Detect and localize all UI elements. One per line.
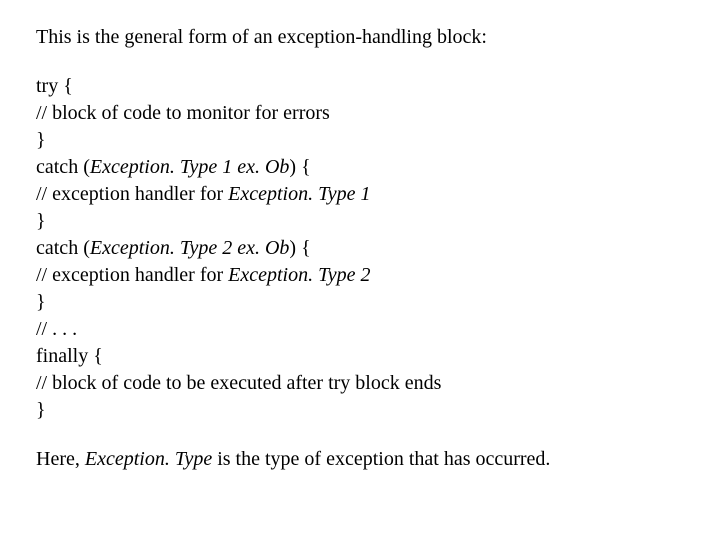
- intro-text: This is the general form of an exception…: [36, 24, 720, 51]
- outro-text: Here, Exception. Type is the type of exc…: [36, 446, 720, 473]
- code-text: catch (: [36, 237, 90, 259]
- code-line: catch (Exception. Type 1 ex. Ob) {: [36, 154, 720, 181]
- outro-italic: Exception. Type: [85, 448, 217, 470]
- code-italic: Exception. Type 2 ex. Ob: [90, 237, 290, 259]
- code-line: try {: [36, 73, 720, 100]
- code-text: catch (: [36, 156, 90, 178]
- code-italic: Exception. Type 1 ex. Ob: [90, 156, 290, 178]
- code-line: }: [36, 208, 720, 235]
- code-block: try { // block of code to monitor for er…: [36, 73, 720, 424]
- code-line: }: [36, 127, 720, 154]
- outro-part: Here,: [36, 448, 85, 470]
- code-line: // exception handler for Exception. Type…: [36, 262, 720, 289]
- code-line: catch (Exception. Type 2 ex. Ob) {: [36, 235, 720, 262]
- code-line: finally {: [36, 343, 720, 370]
- code-line: }: [36, 397, 720, 424]
- code-text: // exception handler for: [36, 264, 228, 286]
- outro-part: is the type of exception that has occurr…: [217, 448, 550, 470]
- code-text: // exception handler for: [36, 183, 228, 205]
- code-italic: Exception. Type 1: [228, 183, 370, 205]
- code-text: ) {: [289, 156, 310, 178]
- code-line: }: [36, 289, 720, 316]
- code-italic: Exception. Type 2: [228, 264, 370, 286]
- code-line: // block of code to be executed after tr…: [36, 370, 720, 397]
- code-line: // block of code to monitor for errors: [36, 100, 720, 127]
- code-text: ) {: [289, 237, 310, 259]
- code-line: // exception handler for Exception. Type…: [36, 181, 720, 208]
- code-line: // . . .: [36, 316, 720, 343]
